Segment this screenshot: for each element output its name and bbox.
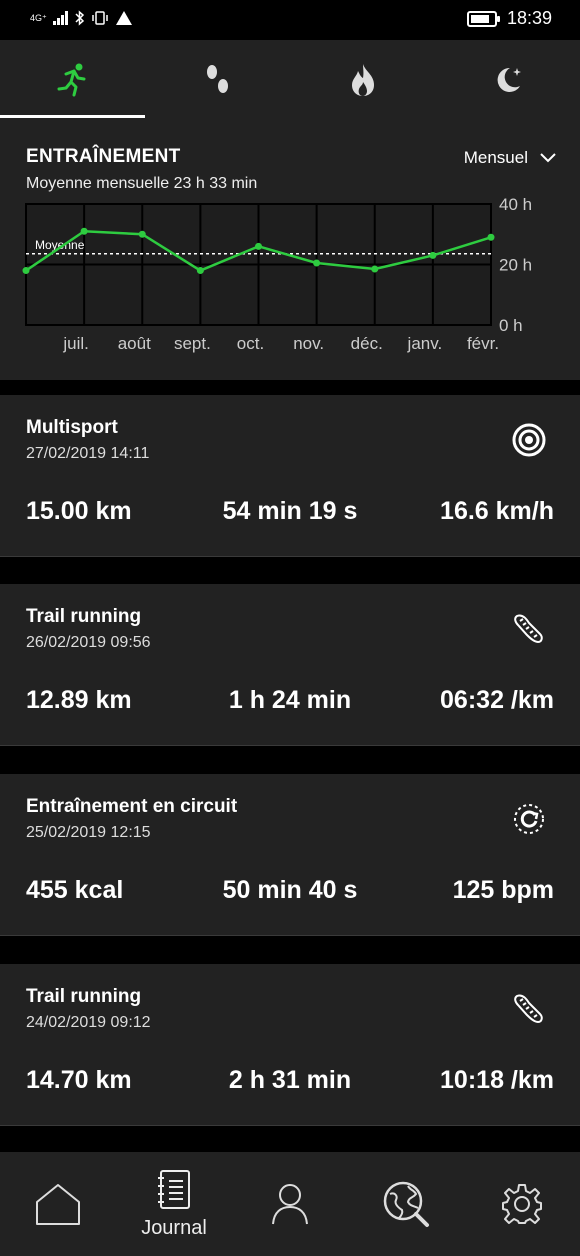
nav-profile[interactable] xyxy=(232,1152,348,1256)
x-tick-label: juil. xyxy=(62,334,89,353)
activity-stat-2: 54 min 19 s xyxy=(222,497,358,525)
data-point xyxy=(80,227,88,235)
data-point xyxy=(255,242,262,250)
activity-icon-wrap xyxy=(512,802,546,841)
vibrate-icon xyxy=(92,11,108,25)
x-tick-label: août xyxy=(118,334,151,353)
y-tick-label: 40 h xyxy=(499,198,532,214)
nav-home[interactable] xyxy=(0,1152,116,1256)
x-tick-label: janv. xyxy=(407,334,443,353)
data-point xyxy=(22,267,30,275)
activity-card[interactable]: Multisport 27/02/2019 14:11 15.00 km 54 min… xyxy=(0,395,580,557)
data-point xyxy=(313,259,321,267)
period-selector[interactable]: Mensuel xyxy=(464,148,556,168)
data-point xyxy=(196,267,204,275)
activity-date: 24/02/2019 09:12 xyxy=(26,1014,151,1031)
tab-running[interactable] xyxy=(0,40,145,120)
x-tick-label: oct. xyxy=(237,334,264,353)
journal-icon xyxy=(158,1169,190,1209)
nav-explore[interactable] xyxy=(348,1152,464,1256)
activity-stat-1: 12.89 km xyxy=(26,686,132,714)
activity-name: Multisport xyxy=(26,417,118,438)
average-label: Moyenne xyxy=(35,238,85,252)
data-point xyxy=(429,251,437,259)
period-label: Mensuel xyxy=(463,148,528,167)
activity-stat-3: 16.6 km/h xyxy=(440,497,554,525)
footsteps-icon xyxy=(206,65,228,93)
activity-icon-wrap xyxy=(512,992,546,1031)
x-tick-label: févr. xyxy=(467,334,499,353)
bluetooth-icon xyxy=(75,10,84,26)
chart-title: ENTRAÎNEMENT xyxy=(26,146,181,167)
tab-steps[interactable] xyxy=(145,40,290,120)
chevron-down-icon xyxy=(540,153,556,163)
profile-icon xyxy=(272,1184,308,1225)
gear-icon xyxy=(502,1184,542,1224)
home-icon xyxy=(36,1184,80,1225)
status-right: 18:39 xyxy=(466,8,552,29)
activity-icon-wrap xyxy=(512,612,546,651)
activity-stat-2: 2 h 31 min xyxy=(228,1066,352,1094)
activity-card[interactable]: Trail running 26/02/2019 09:56 12.89 km 1 h… xyxy=(0,584,580,746)
monthly-average: Moyenne mensuelle 23 h 33 min xyxy=(26,175,258,192)
warning-icon xyxy=(115,11,132,25)
training-line-chart: Moyenne 40 h 20 h 0 h juil. août sept. oct. nov.… xyxy=(22,198,532,353)
multisport-icon xyxy=(512,423,546,457)
network-label: 4G⁺ xyxy=(30,12,47,23)
x-tick-label: sept. xyxy=(174,334,211,353)
activity-stat-2: 1 h 24 min xyxy=(228,686,352,714)
y-tick-label: 0 h xyxy=(499,316,523,335)
tab-calories[interactable] xyxy=(290,40,435,120)
activity-date: 26/02/2019 09:56 xyxy=(26,634,151,651)
tab-sleep[interactable] xyxy=(435,40,580,120)
running-icon xyxy=(57,63,85,97)
activity-name: Entraînement en circuit xyxy=(26,796,238,817)
battery-icon xyxy=(466,10,500,27)
activity-date: 27/02/2019 14:11 xyxy=(26,445,150,462)
circuit-icon xyxy=(514,804,544,834)
data-point xyxy=(487,233,495,241)
activity-card[interactable]: Entraînement en circuit 25/02/2019 12:15 4… xyxy=(0,774,580,936)
x-tick-label: nov. xyxy=(293,334,324,353)
activity-stat-2: 50 min 40 s xyxy=(222,876,358,904)
training-chart-card: ENTRAÎNEMENT Moyenne mensuelle 23 h 33 m… xyxy=(0,120,580,380)
activity-stat-1: 455 kcal xyxy=(26,876,124,904)
bottom-nav: Journal xyxy=(0,1152,580,1256)
activity-stat-3: 06:32 /km xyxy=(440,686,554,714)
clock: 18:39 xyxy=(506,8,552,28)
activity-date: 25/02/2019 12:15 xyxy=(26,824,151,841)
activity-stat-1: 15.00 km xyxy=(26,497,132,525)
data-point xyxy=(138,230,146,238)
shoe-icon xyxy=(514,614,543,644)
status-bar: 4G⁺ 18:39 xyxy=(0,0,580,40)
y-tick-label: 20 h xyxy=(499,256,532,275)
flame-icon xyxy=(351,64,374,96)
shoe-icon xyxy=(514,994,543,1024)
activity-icon-wrap xyxy=(512,423,546,462)
status-icons: 4G⁺ xyxy=(30,10,133,26)
x-tick-label: déc. xyxy=(351,334,383,353)
globe-search-icon xyxy=(383,1181,429,1227)
data-point xyxy=(371,265,379,273)
moon-icon xyxy=(497,67,521,92)
activity-stat-1: 14.70 km xyxy=(26,1066,132,1094)
nav-journal-label: Journal xyxy=(141,1216,207,1239)
nav-journal[interactable]: Journal xyxy=(116,1152,232,1256)
signal-icon xyxy=(52,11,68,25)
activity-name: Trail running xyxy=(26,606,142,627)
nav-settings[interactable] xyxy=(464,1152,580,1256)
activity-card[interactable]: Trail running 24/02/2019 09:12 14.70 km 2 h… xyxy=(0,964,580,1126)
category-tabs xyxy=(0,40,580,120)
activity-stat-3: 125 bpm xyxy=(452,876,554,904)
activity-stat-3: 10:18 /km xyxy=(440,1066,554,1094)
activity-name: Trail running xyxy=(26,986,142,1007)
